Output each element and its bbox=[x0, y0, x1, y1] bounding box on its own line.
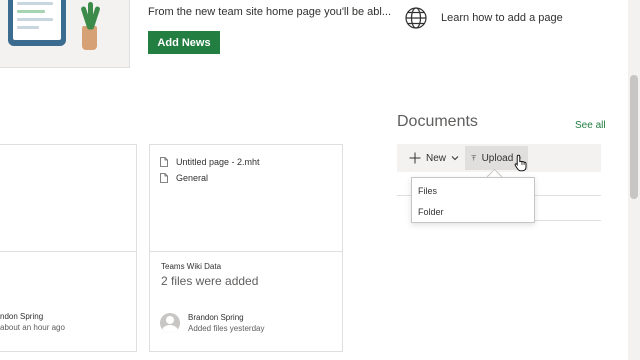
globe-icon[interactable] bbox=[404, 6, 428, 30]
plus-icon bbox=[409, 152, 421, 164]
card-divider bbox=[150, 251, 342, 252]
learn-add-page-link[interactable]: Learn how to add a page bbox=[441, 12, 563, 24]
documents-title: Documents bbox=[397, 113, 478, 130]
activity-title: Teams Wiki Data bbox=[161, 262, 222, 271]
left-card-person: ndon Spring about an hour ago bbox=[0, 312, 65, 332]
document-icon bbox=[160, 173, 168, 183]
activity-subtitle: 2 files were added bbox=[161, 274, 259, 288]
documents-command-bar: New Upload bbox=[397, 144, 601, 172]
news-description: From the new team site home page you'll … bbox=[148, 6, 392, 18]
documents-divider bbox=[535, 220, 601, 221]
new-label: New bbox=[426, 152, 447, 164]
upload-icon bbox=[471, 155, 477, 161]
file-row[interactable]: General bbox=[160, 173, 208, 183]
see-all-link[interactable]: See all bbox=[575, 120, 606, 131]
avatar bbox=[160, 313, 180, 333]
chevron-down-icon bbox=[451, 156, 459, 161]
upload-menu: Files Folder bbox=[411, 177, 535, 223]
file-name: Untitled page - 2.mht bbox=[176, 157, 260, 167]
person-meta: about an hour ago bbox=[0, 323, 65, 332]
plant-illustration bbox=[80, 2, 101, 50]
hand-cursor-icon bbox=[514, 154, 527, 172]
upload-label: Upload bbox=[481, 152, 514, 164]
scrollbar-thumb[interactable] bbox=[630, 75, 638, 199]
upload-menu-files[interactable]: Files bbox=[418, 186, 437, 196]
activity-card-left[interactable]: ndon Spring about an hour ago bbox=[0, 144, 137, 352]
card-divider bbox=[0, 251, 136, 252]
file-row[interactable]: Untitled page - 2.mht bbox=[160, 157, 260, 167]
news-hero-card[interactable] bbox=[0, 0, 130, 68]
person-name: ndon Spring bbox=[0, 312, 44, 321]
person-meta: Added files yesterday bbox=[188, 324, 265, 333]
document-icon bbox=[160, 157, 168, 167]
mid-card-person: Brandon Spring Added files yesterday bbox=[188, 313, 265, 333]
person-name: Brandon Spring bbox=[188, 313, 244, 322]
file-name: General bbox=[176, 173, 209, 183]
add-news-button[interactable]: Add News bbox=[148, 31, 220, 54]
new-button[interactable]: New bbox=[405, 148, 463, 168]
upload-menu-folder[interactable]: Folder bbox=[418, 207, 444, 217]
tablet-screen bbox=[13, 0, 61, 40]
